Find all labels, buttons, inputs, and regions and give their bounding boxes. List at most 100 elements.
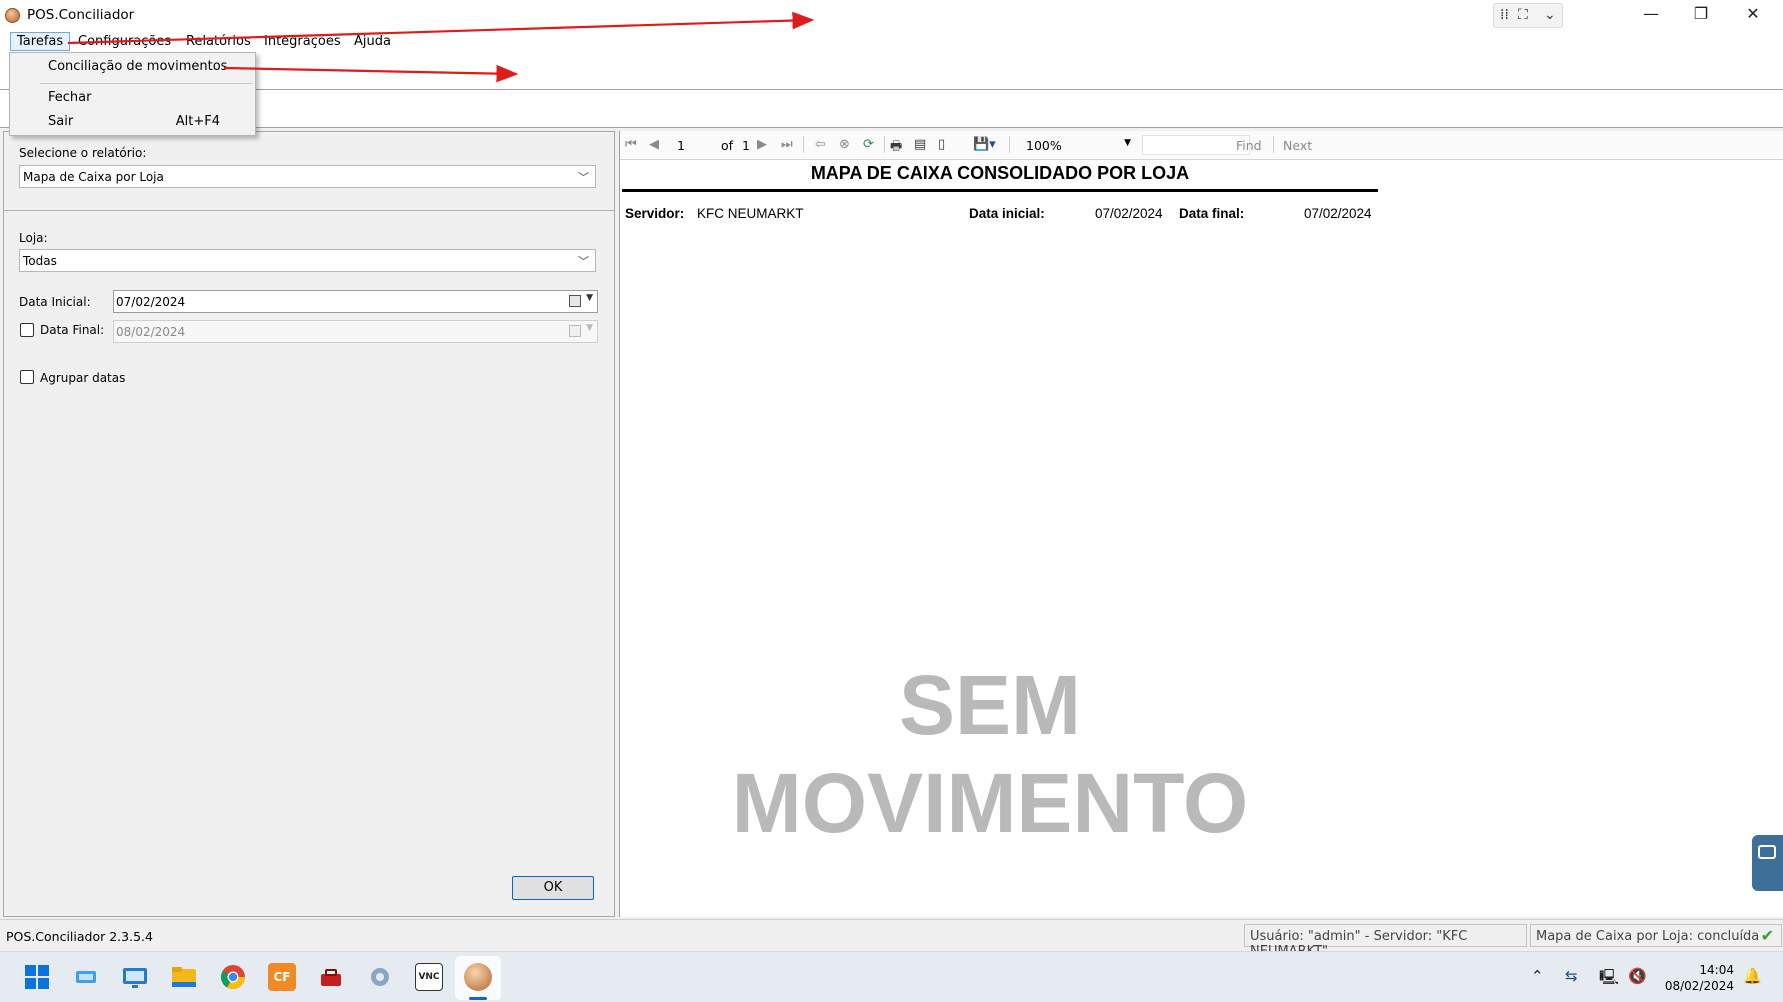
status-report-progress: Mapa de Caixa por Loja: concluída ✔ <box>1530 924 1782 947</box>
report-select-label: Selecione o relatório: <box>19 146 147 160</box>
sair-shortcut: Alt+F4 <box>175 114 220 129</box>
chrome-icon[interactable] <box>219 963 247 991</box>
no-movement-watermark-line1: SEM <box>898 658 1082 752</box>
snap-toolbar[interactable]: ⁞⁞ ⛶ ⌄ <box>1493 3 1563 28</box>
menu-relatorios[interactable]: Relatórios <box>186 34 251 49</box>
toolbar-separator <box>1273 136 1274 153</box>
ok-button[interactable]: OK <box>512 876 594 900</box>
zoom-value: 100% <box>1026 138 1062 153</box>
print-icon[interactable]: 🖶 <box>890 137 902 159</box>
find-link[interactable]: Find <box>1236 138 1262 153</box>
menu-item-fechar[interactable]: Fechar <box>48 90 91 105</box>
calendar-icon[interactable] <box>569 295 581 307</box>
caret-down-icon: ▼ <box>1124 138 1131 148</box>
title-bar: POS.Conciliador ⁞⁞ ⛶ ⌄ — ❐ ✕ <box>0 0 1783 30</box>
export-icon[interactable]: 💾▾ <box>973 137 996 152</box>
chevron-down-icon: ﹀ <box>578 171 589 184</box>
remote-desktop-icon[interactable] <box>121 963 149 991</box>
window-title: POS.Conciliador <box>27 7 135 23</box>
report-viewer: ⏮ ◀ 1 of 1 ▶ ⏭ ⇦ ⊗ ⟳ 🖶 ▤ ▯ 💾▾ 100% ▼ Fin… <box>619 131 1783 917</box>
report-data-final-value: 07/02/2024 <box>1304 206 1372 221</box>
data-final-checkbox[interactable] <box>20 323 34 337</box>
page-total: 1 <box>742 138 750 153</box>
caret-down-icon: ▼ <box>586 323 593 333</box>
menu-integracoes[interactable]: Integrações <box>264 34 341 49</box>
report-status-text: Mapa de Caixa por Loja: concluída <box>1536 929 1760 944</box>
menu-separator <box>40 83 252 84</box>
show-hidden-icons-chevron-icon[interactable]: ⌃ <box>1531 967 1544 985</box>
grip-icon[interactable]: ⁞⁞ <box>1500 7 1509 23</box>
menu-ajuda[interactable]: Ajuda <box>354 34 391 49</box>
page-of-label: of <box>721 138 734 153</box>
loja-label: Loja: <box>19 231 48 245</box>
data-final-value: 08/02/2024 <box>116 325 186 339</box>
restore-button[interactable]: ❐ <box>1678 0 1724 30</box>
checkmark-icon: ✔ <box>1760 926 1774 945</box>
vnc-icon[interactable]: VNC <box>415 963 443 991</box>
data-final-field[interactable]: 08/02/2024 ▼ <box>113 320 598 343</box>
report-title: MAPA DE CAIXA CONSOLIDADO POR LOJA <box>810 163 1190 183</box>
menu-bar: Tarefas Configurações Relatórios Integra… <box>0 30 1783 54</box>
toolbar-separator <box>803 136 804 153</box>
pos-conciliador-icon[interactable] <box>464 963 492 991</box>
chevron-down-icon[interactable]: ⌄ <box>1544 7 1556 23</box>
report-title-rule <box>622 189 1378 192</box>
toolbar-separator <box>884 136 885 153</box>
back-icon[interactable]: ⇦ <box>815 137 826 152</box>
teamviewer-tray-icon[interactable]: ⇆ <box>1565 967 1578 985</box>
refresh-icon[interactable]: ⟳ <box>863 137 874 152</box>
agrupar-datas-label[interactable]: Agrupar datas <box>40 371 125 385</box>
cf-app-icon[interactable]: CF <box>268 963 296 991</box>
zoom-select[interactable]: 100% ▼ <box>1022 135 1135 155</box>
menu-item-sair[interactable]: Sair <box>48 114 73 129</box>
remote-session-icon <box>1758 845 1776 859</box>
servidor-value: KFC NEUMARKT <box>697 206 804 221</box>
menu-configuracoes[interactable]: Configurações <box>78 34 171 49</box>
report-select[interactable]: Mapa de Caixa por Loja ﹀ <box>19 165 596 188</box>
report-data-inicial-value: 07/02/2024 <box>1095 206 1163 221</box>
active-indicator <box>469 997 487 1000</box>
first-page-icon[interactable]: ⏮ <box>625 137 637 152</box>
report-parameters-panel: Selecione o relatório: Mapa de Caixa por… <box>3 131 615 917</box>
find-next-link[interactable]: Next <box>1283 138 1312 153</box>
menu-tarefas[interactable]: Tarefas <box>10 32 71 51</box>
page-setup-icon[interactable]: ▯ <box>938 137 945 152</box>
print-layout-icon[interactable]: ▤ <box>914 137 926 152</box>
expand-icon[interactable]: ⛶ <box>1518 7 1528 23</box>
data-inicial-label: Data Inicial: <box>19 295 91 309</box>
file-explorer-icon[interactable] <box>170 963 198 991</box>
clock-time: 14:04 <box>1699 963 1734 977</box>
app-logo-icon <box>5 8 20 23</box>
desktop-icon[interactable] <box>72 963 100 991</box>
volume-muted-icon[interactable]: 🔇 <box>1628 967 1647 985</box>
caret-down-icon[interactable]: ▼ <box>586 293 593 303</box>
toolbox-icon[interactable] <box>317 963 345 991</box>
agrupar-datas-checkbox[interactable] <box>20 370 34 384</box>
close-button[interactable]: ✕ <box>1730 0 1776 30</box>
stop-icon[interactable]: ⊗ <box>839 137 850 152</box>
loja-select-value: Todas <box>23 254 57 268</box>
tab-strip <box>0 90 1783 128</box>
minimize-button[interactable]: — <box>1628 0 1674 30</box>
calendar-icon <box>569 325 581 337</box>
chevron-down-icon: ﹀ <box>578 255 589 268</box>
previous-page-icon[interactable]: ◀ <box>649 137 659 152</box>
report-select-value: Mapa de Caixa por Loja <box>23 170 164 184</box>
notification-bell-icon[interactable]: 🔔 <box>1743 967 1762 985</box>
teamviewer-side-tab[interactable] <box>1752 835 1783 891</box>
menu-item-conciliacao[interactable]: Conciliação de movimentos <box>48 59 227 74</box>
report-data-inicial-label: Data inicial: <box>969 206 1045 221</box>
taskbar-clock[interactable]: 14:04 08/02/2024 <box>1664 962 1734 994</box>
data-inicial-value: 07/02/2024 <box>116 295 186 309</box>
settings-gear-icon[interactable] <box>366 963 394 991</box>
start-icon[interactable] <box>23 963 51 991</box>
loja-select[interactable]: Todas ﹀ <box>19 249 596 272</box>
data-inicial-field[interactable]: 07/02/2024 ▼ <box>113 290 598 313</box>
clock-date: 08/02/2024 <box>1664 979 1734 993</box>
find-input[interactable] <box>1142 135 1250 155</box>
network-icon[interactable]: 🖳 <box>1599 967 1619 992</box>
next-page-icon[interactable]: ▶ <box>757 137 767 152</box>
page-number-input[interactable]: 1 <box>677 138 685 153</box>
data-final-label: Data Final: <box>40 323 105 337</box>
last-page-icon[interactable]: ⏭ <box>781 137 793 152</box>
